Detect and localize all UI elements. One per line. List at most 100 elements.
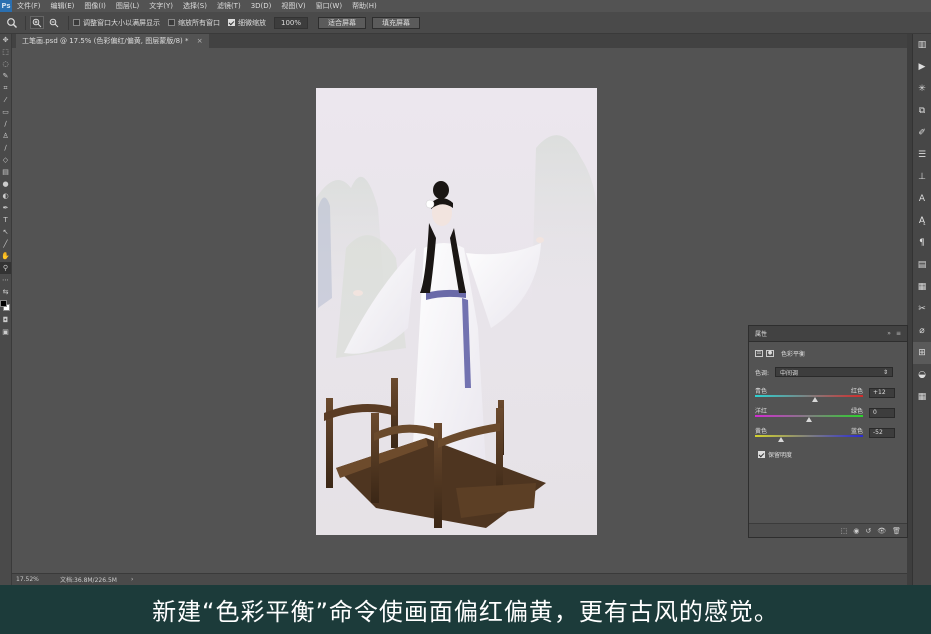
more-tools-icon[interactable]: ⋯ <box>0 274 11 286</box>
checkbox-box[interactable] <box>168 19 175 26</box>
healing-brush-tool-icon[interactable]: ▭ <box>0 106 11 118</box>
foreground-color-swatch[interactable] <box>0 300 7 307</box>
slider-thumb[interactable] <box>777 437 784 442</box>
zoom-percent-field[interactable]: 100% <box>274 16 309 29</box>
resize-windows-checkbox[interactable]: 调整窗口大小以满屏显示 <box>73 18 160 28</box>
menu-file[interactable]: 文件(F) <box>12 1 46 11</box>
yellow-blue-slider[interactable]: 黄色 蓝色 -52 <box>755 426 901 442</box>
quick-mask-icon[interactable]: ◘ <box>0 314 11 326</box>
zoom-out-icon[interactable] <box>47 16 61 29</box>
blur-tool-icon[interactable]: ● <box>0 178 11 190</box>
path-select-tool-icon[interactable]: ↖ <box>0 226 11 238</box>
zoom-tool-preset-icon[interactable] <box>3 15 21 31</box>
pen-tool-icon[interactable]: ✒ <box>0 202 11 214</box>
menu-filter[interactable]: 滤镜(T) <box>212 1 246 11</box>
divider <box>25 15 26 30</box>
tools-settings-icon[interactable]: ✂ <box>913 298 931 320</box>
brush-tool-icon[interactable]: ∕ <box>0 118 11 130</box>
menu-window[interactable]: 窗口(W) <box>311 1 347 11</box>
visibility-eye-icon[interactable]: 👁 <box>877 527 886 535</box>
zoom-in-icon[interactable] <box>30 16 44 29</box>
crop-tool-icon[interactable]: ⌗ <box>0 82 11 94</box>
line-tool-icon[interactable]: ╱ <box>0 238 11 250</box>
cyan-red-track[interactable] <box>755 395 863 397</box>
quick-select-tool-icon[interactable]: ✎ <box>0 70 11 82</box>
status-menu-arrow-icon[interactable]: › <box>131 576 133 583</box>
paragraph-panel-icon[interactable]: ¶ <box>913 232 931 254</box>
menu-edit[interactable]: 编辑(E) <box>46 1 80 11</box>
eraser-tool-icon[interactable]: ◇ <box>0 154 11 166</box>
tone-dropdown[interactable]: 中间调 ⇕ <box>775 367 893 377</box>
properties-panel-icon[interactable]: ⊞ <box>913 342 931 364</box>
notes-icon[interactable]: ▤ <box>913 254 931 276</box>
menu-type[interactable]: 文字(Y) <box>144 1 178 11</box>
brush-settings-icon[interactable]: ☰ <box>913 144 931 166</box>
fit-screen-button[interactable]: 适合屏幕 <box>318 16 367 29</box>
character-panel-icon[interactable]: A <box>913 188 931 210</box>
screen-mode-icon[interactable]: ▣ <box>0 326 11 338</box>
document-tab-bar: 工笔画.psd @ 17.5% (色彩偏红/偏黄, 图层蒙版/8) * × <box>12 34 907 48</box>
glyphs-icon[interactable]: ⌀ <box>913 320 931 342</box>
document-tab[interactable]: 工笔画.psd @ 17.5% (色彩偏红/偏黄, 图层蒙版/8) * × <box>16 34 209 48</box>
menu-help[interactable]: 帮助(H) <box>347 1 382 11</box>
cyan-red-slider[interactable]: 青色 红色 +12 <box>755 386 901 402</box>
menu-layer[interactable]: 图层(L) <box>111 1 144 11</box>
magenta-green-value[interactable]: 0 <box>869 408 895 418</box>
document-image[interactable] <box>316 88 597 535</box>
lasso-tool-icon[interactable]: ◌ <box>0 58 11 70</box>
menu-view[interactable]: 视图(V) <box>276 1 310 11</box>
view-previous-icon[interactable]: ◉ <box>853 527 859 535</box>
move-tool-icon[interactable]: ✥ <box>0 34 11 46</box>
layer-comps-icon[interactable]: ▦ <box>913 276 931 298</box>
zoom-all-windows-checkbox[interactable]: 缩放所有窗口 <box>168 18 220 28</box>
properties-title[interactable]: 属性 <box>755 329 887 338</box>
preserve-luminosity-checkbox[interactable]: 保留明度 <box>758 450 792 459</box>
menu-3d[interactable]: 3D(D) <box>246 2 277 10</box>
menu-select[interactable]: 选择(S) <box>178 1 212 11</box>
close-tab-icon[interactable]: × <box>197 37 203 45</box>
clip-to-layer-icon[interactable]: ⬚ <box>841 527 848 535</box>
adjustments-sun-icon[interactable]: ✳ <box>913 78 931 100</box>
clone-source-icon[interactable]: ⧉ <box>913 100 931 122</box>
history-brush-tool-icon[interactable]: ∕ <box>0 142 11 154</box>
resize-windows-label: 调整窗口大小以满屏显示 <box>83 18 160 27</box>
layer-mask-icon[interactable]: ● <box>766 350 774 357</box>
checkbox-box[interactable] <box>73 19 80 26</box>
magenta-green-slider[interactable]: 洋红 绿色 0 <box>755 406 901 422</box>
reset-icon[interactable]: ↺ <box>865 527 871 535</box>
eyedropper-tool-icon[interactable]: ⁄ <box>0 94 11 106</box>
panel-menu-icon[interactable]: ≡ <box>896 330 901 337</box>
paths-icon[interactable]: ◒ <box>913 364 931 386</box>
collapse-panel-icon[interactable]: » <box>887 330 891 337</box>
color-swatches[interactable] <box>0 298 11 314</box>
preserve-luminosity-label: 保留明度 <box>768 452 793 459</box>
slider-thumb[interactable] <box>812 397 819 402</box>
hand-tool-icon[interactable]: ✋ <box>0 250 11 262</box>
gradient-tool-icon[interactable]: ▤ <box>0 166 11 178</box>
status-zoom[interactable]: 17.52% <box>16 576 60 583</box>
history-panel-icon[interactable]: ▥ <box>913 34 931 56</box>
options-bar: 调整窗口大小以满屏显示 缩放所有窗口 细微缩放 100% 适合屏幕 填充屏幕 <box>0 12 931 34</box>
clone-stamp-tool-icon[interactable]: ♙ <box>0 130 11 142</box>
menu-image[interactable]: 图像(I) <box>79 1 111 11</box>
scrubby-zoom-checkbox[interactable]: 细微缩放 <box>228 18 266 28</box>
dodge-tool-icon[interactable]: ◐ <box>0 190 11 202</box>
yellow-blue-track[interactable] <box>755 435 863 437</box>
swap-colors-icon[interactable]: ⇆ <box>0 286 11 298</box>
marquee-tool-icon[interactable]: ⬚ <box>0 46 11 58</box>
type-tool-icon[interactable]: T <box>0 214 11 226</box>
character-styles-icon[interactable]: Ą <box>913 210 931 232</box>
checkbox-box-checked[interactable] <box>228 19 235 26</box>
checkbox-box-checked[interactable] <box>758 451 765 458</box>
slider-thumb[interactable] <box>806 417 812 422</box>
caption-banner: 新建“色彩平衡”命令使画面偏红偏黄，更有古风的感觉。 <box>0 585 931 634</box>
brushes-icon[interactable]: ✐ <box>913 122 931 144</box>
layers-panel-icon[interactable]: ▦ <box>913 386 931 408</box>
delete-trash-icon[interactable]: 🗑 <box>892 527 901 535</box>
yellow-blue-value[interactable]: -52 <box>869 428 895 438</box>
actions-play-icon[interactable]: ▶ <box>913 56 931 78</box>
tool-presets-icon[interactable]: ⊥ <box>913 166 931 188</box>
fill-screen-button[interactable]: 填充屏幕 <box>372 16 421 29</box>
zoom-tool-icon[interactable]: ⚲ <box>0 262 11 274</box>
cyan-red-value[interactable]: +12 <box>869 388 895 398</box>
